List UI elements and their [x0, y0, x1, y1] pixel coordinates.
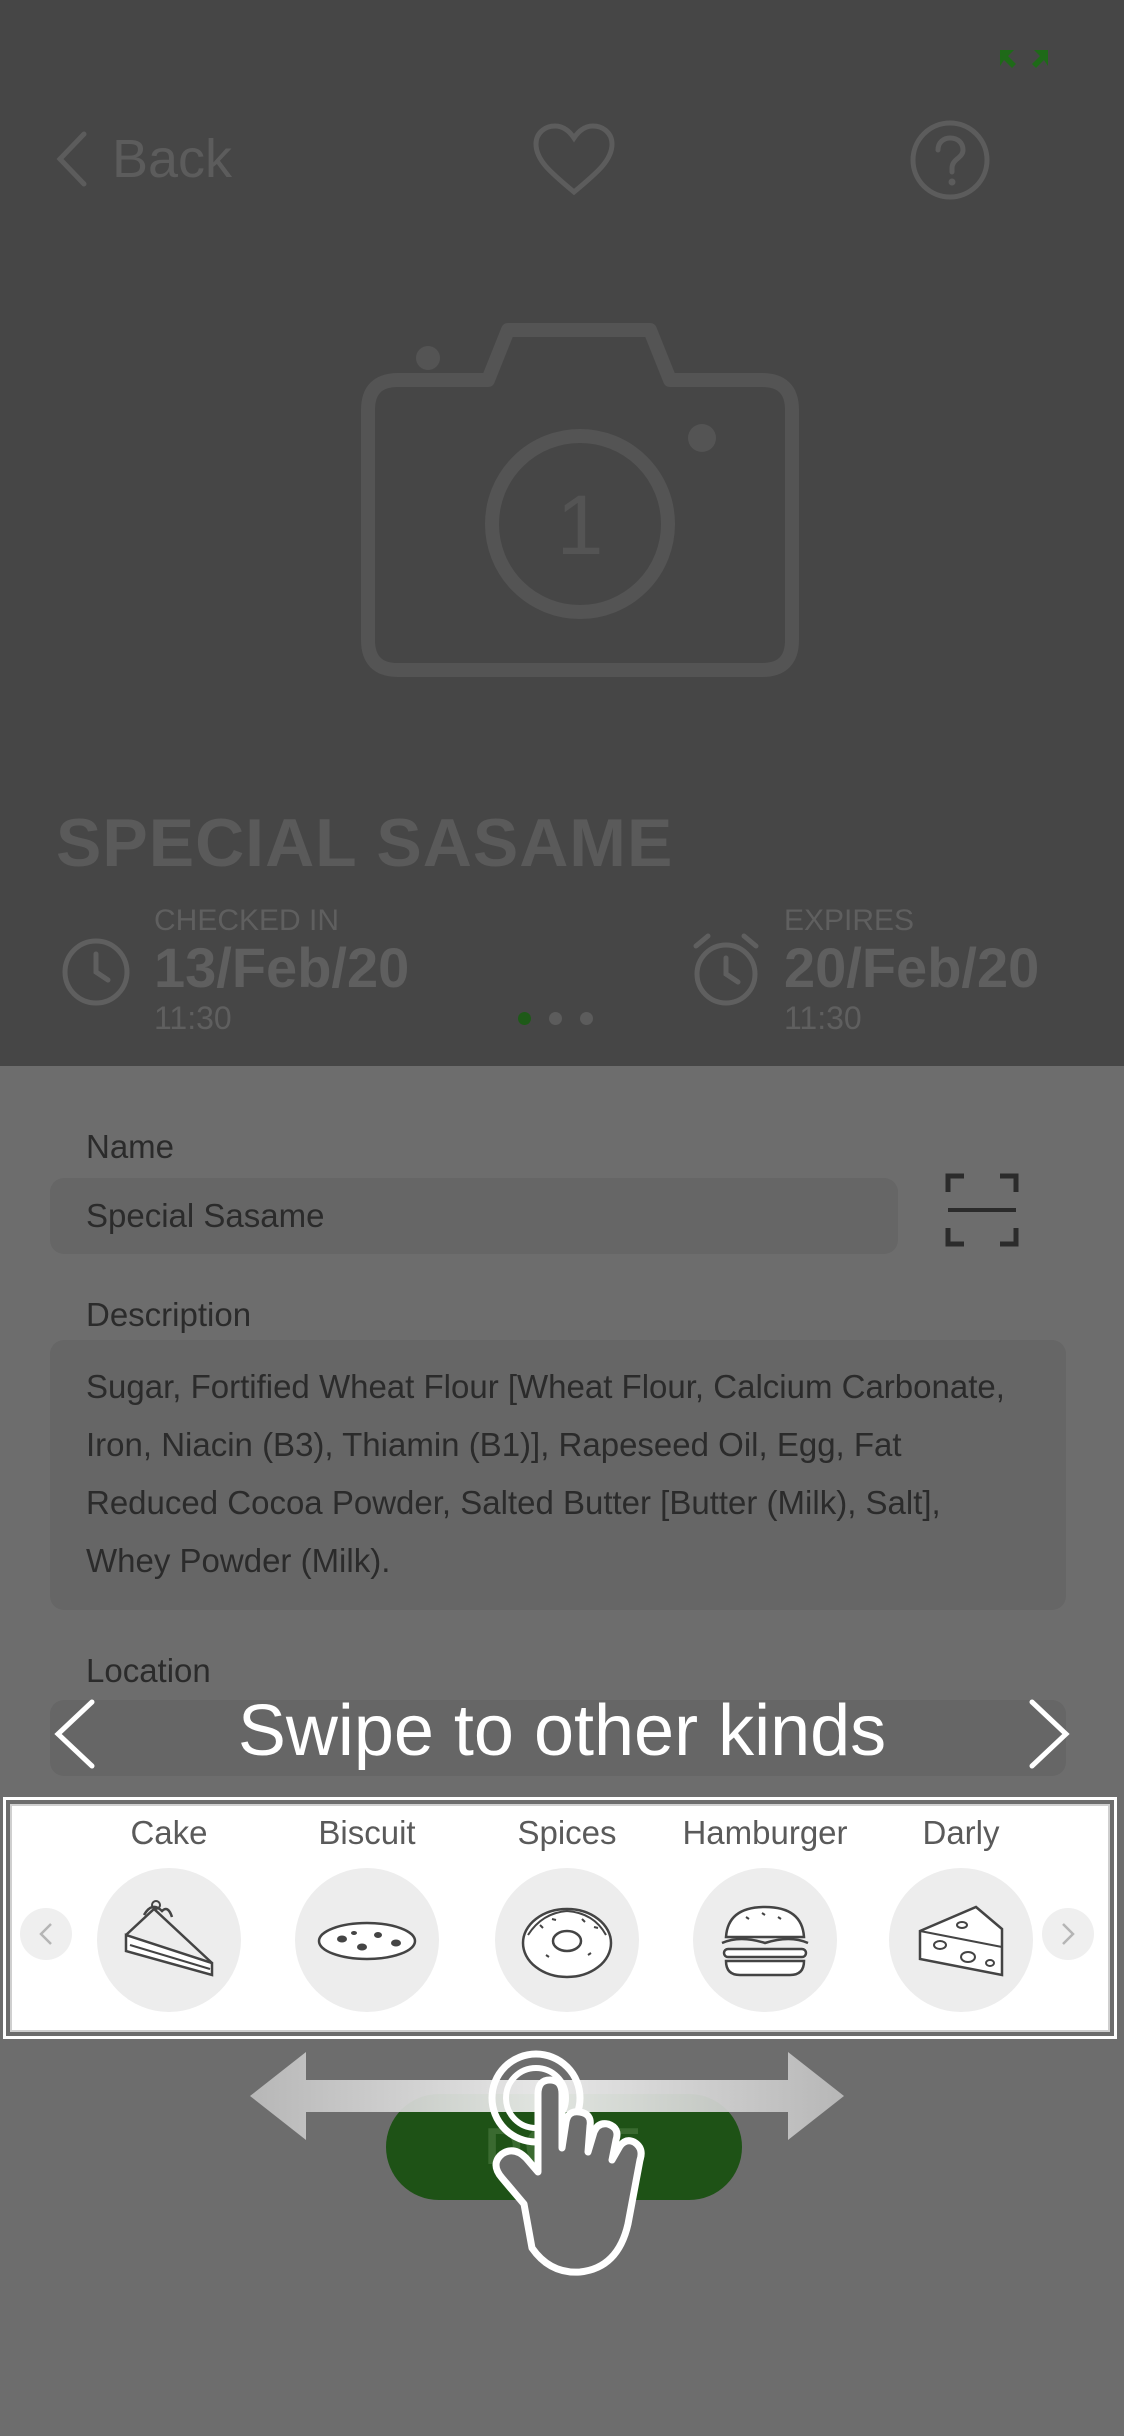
expires-caption: EXPIRES	[784, 904, 915, 937]
kind-carousel[interactable]: Cake Biscuit Spices Hamburger Darly	[3, 1797, 1117, 2039]
checked-in-block: CHECKED IN 13/Feb/20 11:30	[60, 904, 409, 1037]
kind-label: Hamburger	[682, 1814, 848, 1851]
alarm-clock-icon	[693, 933, 759, 1006]
expires-date: 20/Feb/20	[784, 936, 1040, 999]
back-label: Back	[112, 129, 233, 189]
camera-icon[interactable]: 1	[358, 310, 802, 680]
scan-icon[interactable]	[944, 1172, 1020, 1248]
chevron-right-icon	[1062, 1923, 1075, 1945]
kind-label: Biscuit	[318, 1814, 416, 1851]
name-value: Special Sasame	[86, 1197, 325, 1234]
kind-label: Spices	[517, 1814, 617, 1851]
expires-time: 11:30	[784, 1000, 862, 1036]
checked-in-time: 11:30	[154, 1000, 232, 1036]
cake-icon	[124, 1900, 214, 1977]
chevron-right-icon[interactable]	[1024, 1696, 1074, 1772]
kind-label: Darly	[922, 1814, 1000, 1851]
name-field[interactable]: Special Sasame	[50, 1178, 898, 1254]
back-button[interactable]: Back	[52, 128, 232, 190]
kind-item-cake[interactable]: Cake	[74, 1814, 264, 2012]
carousel-next-button[interactable]	[1042, 1908, 1094, 1960]
hamburger-icon	[721, 1905, 809, 1977]
heart-icon[interactable]	[532, 122, 616, 198]
expires-block: EXPIRES 20/Feb/20 11:30	[690, 904, 1039, 1037]
chevron-left-icon	[56, 131, 87, 187]
pager-dot[interactable]	[580, 1012, 593, 1025]
donut-icon	[521, 1907, 613, 1979]
kind-label: Cake	[130, 1814, 208, 1851]
carousel-prev-button[interactable]	[20, 1908, 72, 1960]
name-label: Name	[86, 1128, 175, 1165]
help-icon[interactable]	[908, 118, 992, 202]
biscuit-icon	[317, 1921, 417, 1961]
photo-count: 1	[557, 478, 604, 572]
description-field[interactable]: Sugar, Fortified Wheat Flour [Wheat Flou…	[50, 1340, 1066, 1610]
chevron-left-icon	[39, 1923, 52, 1945]
cheese-icon	[918, 1905, 1004, 1977]
photo-pager[interactable]	[518, 1012, 593, 1025]
checked-in-date: 13/Feb/20	[154, 936, 410, 999]
checked-in-caption: CHECKED IN	[154, 904, 340, 937]
pager-dot[interactable]	[549, 1012, 562, 1025]
kind-item-hamburger[interactable]: Hamburger	[670, 1814, 860, 2012]
pager-dot[interactable]	[518, 1012, 531, 1025]
swipe-hint-title: Swipe to other kinds	[237, 1691, 887, 1771]
item-title: SPECIAL SASAME	[56, 805, 674, 881]
expand-icon[interactable]	[996, 46, 1052, 72]
description-value: Sugar, Fortified Wheat Flour [Wheat Flou…	[86, 1368, 1005, 1579]
kind-item-darly[interactable]: Darly	[866, 1814, 1056, 2012]
kind-item-spices[interactable]: Spices	[472, 1814, 662, 2012]
kind-item-biscuit[interactable]: Biscuit	[272, 1814, 462, 2012]
location-label: Location	[86, 1652, 211, 1689]
description-label: Description	[86, 1296, 252, 1333]
hand-pointer-icon	[488, 2050, 645, 2276]
clock-icon	[62, 938, 130, 1006]
item-hero: Back 1 SPECIAL SASAME CHECKED IN 13/Feb/…	[0, 0, 1124, 1066]
